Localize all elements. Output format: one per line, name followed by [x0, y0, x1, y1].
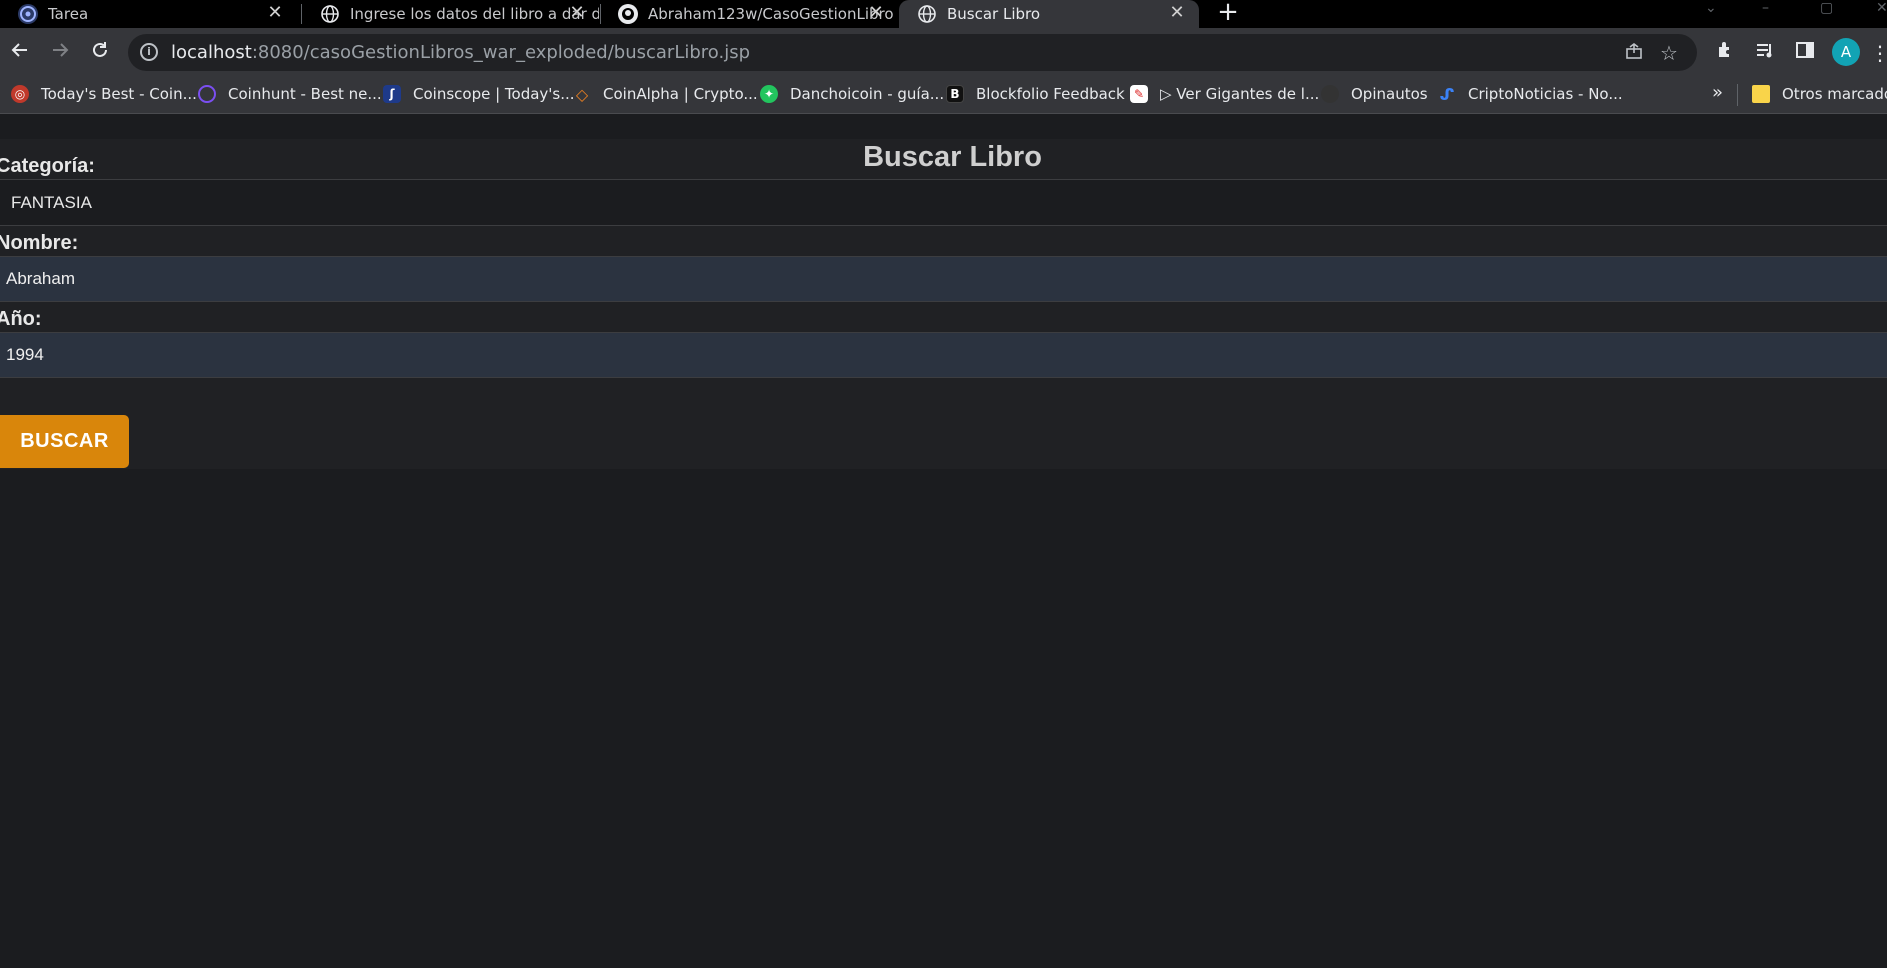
browser-toolbar: i localhost:8080/casoGestionLibros_war_e…: [0, 28, 1887, 76]
gigantes-icon: ✎: [1130, 85, 1148, 103]
globe-icon: [320, 4, 340, 24]
tab-github[interactable]: Abraham123w/CasoGestionLibro ✕: [600, 0, 898, 28]
tab-label: Buscar Libro: [947, 5, 1041, 23]
bookmarks-bar: ◎ Today's Best - Coin... Coinhunt - Best…: [0, 76, 1887, 114]
bookmark-label: CriptoNoticias - No...: [1468, 85, 1623, 103]
new-tab-button[interactable]: +: [1213, 0, 1243, 28]
bookmark-label: Coinhunt - Best ne...: [228, 85, 382, 103]
opinautos-icon: [1321, 85, 1339, 103]
bookmark-item[interactable]: ʃ Coinscope | Today's...: [383, 76, 575, 112]
nombre-label: Nombre:: [0, 232, 79, 254]
share-icon[interactable]: [1621, 40, 1647, 66]
media-control-icon[interactable]: [1752, 40, 1778, 66]
bookmark-star-icon[interactable]: ☆: [1656, 40, 1682, 66]
tab-label: Abraham123w/CasoGestionLibro: [648, 5, 894, 23]
bookmarks-divider: [1737, 84, 1738, 106]
arrow-left-icon: [11, 43, 27, 57]
bookmark-label: CoinAlpha | Crypto...: [603, 85, 758, 103]
bookmark-label: Opinautos: [1351, 85, 1428, 103]
back-button[interactable]: [6, 38, 34, 66]
bookmark-item[interactable]: ✦ Danchoicoin - guía...: [760, 76, 944, 112]
tab-search-icon[interactable]: ⌄: [1705, 0, 1717, 16]
reload-button[interactable]: [86, 38, 114, 66]
menu-kebab-icon[interactable]: ⋮: [1870, 40, 1887, 66]
tab-tarea[interactable]: Tarea ✕: [0, 0, 297, 28]
tab-label: Ingrese los datos del libro a dar d: [350, 5, 599, 23]
close-icon[interactable]: ✕: [1167, 2, 1187, 23]
bookmark-item[interactable]: ᔑ CriptoNoticias - No...: [1438, 76, 1623, 112]
bookmark-item[interactable]: ◇ CoinAlpha | Crypto...: [573, 76, 758, 112]
criptonoticias-icon: ᔑ: [1439, 84, 1455, 104]
blockfolio-icon: B: [946, 85, 964, 103]
side-panel-icon[interactable]: [1792, 40, 1818, 66]
buscar-button[interactable]: BUSCAR: [0, 415, 129, 468]
extensions-icon[interactable]: [1712, 40, 1738, 66]
bookmarks-overflow-button[interactable]: »: [1712, 82, 1723, 103]
tab-label: Tarea: [48, 5, 89, 23]
bookmark-item[interactable]: ◎ Today's Best - Coin...: [11, 76, 197, 112]
tab-ingrese-datos[interactable]: Ingrese los datos del libro a dar d ✕: [302, 0, 599, 28]
search-form: Buscar Libro Categoría: FANTASIA Nombre:…: [0, 139, 1887, 469]
other-bookmarks-folder[interactable]: Otros marcadores: [1752, 76, 1887, 112]
anio-label: Año:: [0, 308, 42, 330]
folder-icon: [1752, 85, 1770, 103]
bookmark-item[interactable]: B Blockfolio Feedback: [946, 76, 1125, 112]
close-icon[interactable]: ✕: [265, 2, 285, 23]
coinalpha-icon: ◇: [575, 84, 589, 104]
forward-button[interactable]: [46, 38, 74, 66]
page-content: Buscar Libro Categoría: FANTASIA Nombre:…: [0, 114, 1887, 968]
bookmark-item[interactable]: Coinhunt - Best ne...: [198, 76, 382, 112]
page-title: Buscar Libro: [863, 141, 1042, 173]
url-text[interactable]: localhost:8080/casoGestionLibros_war_exp…: [171, 42, 750, 63]
nombre-input[interactable]: Abraham: [0, 256, 1887, 302]
bookmark-item[interactable]: ✎ ▷ Ver Gigantes de l...: [1130, 76, 1319, 112]
tab-strip: Tarea ✕ Ingrese los datos del libro a da…: [0, 0, 1887, 28]
url-host: localhost: [171, 42, 252, 63]
reload-icon: [93, 42, 107, 57]
bookmark-label: ▷ Ver Gigantes de l...: [1160, 85, 1320, 103]
bookmark-item[interactable]: Opinautos: [1321, 76, 1428, 112]
minimize-icon[interactable]: –: [1762, 0, 1769, 16]
github-icon: [618, 4, 638, 24]
bookmark-label: Otros marcadores: [1782, 85, 1887, 103]
categoria-select[interactable]: FANTASIA: [0, 179, 1887, 226]
tarea-favicon-icon: [18, 4, 38, 24]
coinscope-icon: ʃ: [383, 85, 401, 103]
url-path: :8080/casoGestionLibros_war_exploded/bus…: [251, 42, 751, 63]
address-bar[interactable]: i localhost:8080/casoGestionLibros_war_e…: [128, 34, 1697, 71]
danchoicoin-icon: ✦: [760, 85, 778, 103]
bookmark-label: Coinscope | Today's...: [413, 85, 575, 103]
close-icon[interactable]: ✕: [567, 2, 587, 23]
arrow-right-icon: [53, 43, 69, 57]
window-close-icon[interactable]: ✕: [1876, 0, 1887, 16]
bookmark-label: Today's Best - Coin...: [41, 85, 197, 103]
maximize-icon[interactable]: ▢: [1820, 0, 1833, 16]
profile-avatar[interactable]: A: [1832, 38, 1860, 66]
globe-icon: [917, 4, 937, 24]
bookmark-label: Danchoicoin - guía...: [790, 85, 945, 103]
anio-input[interactable]: 1994: [0, 332, 1887, 378]
bookmark-label: Blockfolio Feedback: [976, 85, 1125, 103]
categoria-label: Categoría:: [0, 155, 95, 177]
tab-buscar-libro[interactable]: Buscar Libro ✕: [899, 0, 1199, 28]
coin-icon: ◎: [11, 85, 29, 103]
close-icon[interactable]: ✕: [866, 2, 886, 23]
coinhunt-icon: [198, 85, 216, 103]
site-info-icon[interactable]: i: [140, 43, 158, 61]
